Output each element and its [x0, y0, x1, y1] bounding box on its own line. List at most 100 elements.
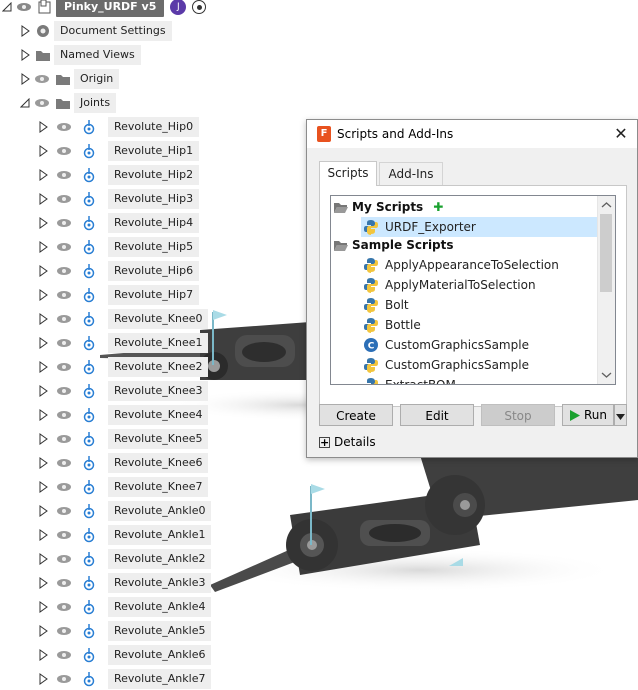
- visibility-eye-icon[interactable]: [54, 284, 74, 306]
- browser-item-document-settings[interactable]: Document Settings: [18, 20, 172, 42]
- expand-arrow-icon[interactable]: [36, 212, 50, 234]
- add-script-icon[interactable]: ✚: [433, 197, 443, 217]
- scroll-thumb[interactable]: [600, 214, 612, 292]
- joint-row[interactable]: Revolute_Ankle2: [36, 548, 212, 570]
- visibility-eye-icon[interactable]: [54, 140, 74, 162]
- expand-arrow-icon[interactable]: [36, 596, 50, 618]
- expand-arrow-icon[interactable]: [36, 476, 50, 498]
- visibility-eye-icon[interactable]: [54, 212, 74, 234]
- visibility-eye-icon[interactable]: [54, 620, 74, 642]
- browser-item-named-views[interactable]: Named Views: [18, 44, 141, 66]
- stop-button[interactable]: Stop: [481, 404, 555, 426]
- expand-arrow-icon[interactable]: [36, 524, 50, 546]
- run-button[interactable]: Run: [562, 404, 614, 426]
- activate-radio-icon[interactable]: [192, 0, 207, 14]
- collapse-arrow-icon[interactable]: [0, 0, 14, 18]
- expand-arrow-icon[interactable]: [36, 620, 50, 642]
- joint-row[interactable]: Revolute_Knee5: [36, 428, 209, 450]
- joint-row[interactable]: Revolute_Knee2: [36, 356, 209, 378]
- expand-arrow-icon[interactable]: [36, 332, 50, 354]
- browser-item-joints[interactable]: Joints: [18, 92, 117, 114]
- browser-item-origin[interactable]: Origin: [18, 68, 120, 90]
- expand-arrow-icon[interactable]: [36, 164, 50, 186]
- joint-row[interactable]: Revolute_Knee7: [36, 476, 209, 498]
- expand-arrow-icon[interactable]: [36, 428, 50, 450]
- create-button[interactable]: Create: [319, 404, 393, 426]
- joint-row[interactable]: Revolute_Ankle6: [36, 644, 212, 666]
- visibility-eye-icon[interactable]: [54, 164, 74, 186]
- scroll-down-icon[interactable]: [598, 368, 615, 382]
- expand-arrow-icon[interactable]: [36, 644, 50, 666]
- joint-row[interactable]: Revolute_Ankle5: [36, 620, 212, 642]
- joint-row[interactable]: Revolute_Hip4: [36, 212, 200, 234]
- joint-row[interactable]: Revolute_Knee4: [36, 404, 209, 426]
- joint-row[interactable]: Revolute_Ankle3: [36, 572, 212, 594]
- visibility-eye-icon[interactable]: [54, 308, 74, 330]
- visibility-eye-icon[interactable]: [54, 668, 74, 690]
- joint-row[interactable]: Revolute_Ankle7: [36, 668, 212, 690]
- visibility-eye-icon[interactable]: [54, 380, 74, 402]
- visibility-eye-icon[interactable]: [54, 572, 74, 594]
- visibility-eye-icon[interactable]: [54, 356, 74, 378]
- expand-arrow-icon[interactable]: [36, 284, 50, 306]
- visibility-eye-icon[interactable]: [54, 404, 74, 426]
- visibility-eye-icon[interactable]: [54, 548, 74, 570]
- visibility-eye-icon[interactable]: [54, 236, 74, 258]
- script-item[interactable]: Bolt: [361, 295, 409, 315]
- scripts-list[interactable]: My Scripts ✚ URDF_Exporter Sample Script…: [330, 195, 616, 385]
- expand-arrow-icon[interactable]: [36, 548, 50, 570]
- visibility-eye-icon[interactable]: [54, 260, 74, 282]
- joint-row[interactable]: Revolute_Hip6: [36, 260, 200, 282]
- joint-row[interactable]: Revolute_Hip2: [36, 164, 200, 186]
- expand-arrow-icon[interactable]: [36, 236, 50, 258]
- document-name[interactable]: Pinky_URDF v5: [56, 0, 165, 17]
- expand-arrow-icon[interactable]: [36, 500, 50, 522]
- visibility-eye-icon[interactable]: [32, 92, 52, 114]
- expand-arrow-icon[interactable]: [36, 356, 50, 378]
- tab-scripts[interactable]: Scripts: [319, 161, 377, 186]
- joint-row[interactable]: Revolute_Knee0: [36, 308, 209, 330]
- list-scrollbar[interactable]: [597, 196, 615, 384]
- expand-plus-icon[interactable]: +: [319, 436, 330, 448]
- expand-arrow-icon[interactable]: [18, 68, 32, 90]
- run-dropdown-button[interactable]: [614, 404, 627, 426]
- script-item[interactable]: ApplyAppearanceToSelection: [361, 255, 559, 275]
- script-item[interactable]: URDF_Exporter: [361, 217, 597, 237]
- expand-arrow-icon[interactable]: [18, 44, 32, 66]
- expand-arrow-icon[interactable]: [36, 380, 50, 402]
- visibility-eye-icon[interactable]: [54, 524, 74, 546]
- visibility-eye-icon[interactable]: [54, 116, 74, 138]
- visibility-eye-icon[interactable]: [14, 0, 34, 18]
- expand-arrow-icon[interactable]: [36, 140, 50, 162]
- script-item[interactable]: ApplyMaterialToSelection: [361, 275, 536, 295]
- expand-arrow-icon[interactable]: [36, 308, 50, 330]
- expand-arrow-icon[interactable]: [36, 260, 50, 282]
- script-item[interactable]: CustomGraphicsSample: [361, 355, 529, 375]
- close-icon[interactable]: ✕: [611, 124, 631, 144]
- visibility-eye-icon[interactable]: [54, 596, 74, 618]
- script-item[interactable]: Bottle: [361, 315, 421, 335]
- tab-addins[interactable]: Add-Ins: [379, 162, 443, 185]
- visibility-eye-icon[interactable]: [54, 428, 74, 450]
- joint-row[interactable]: Revolute_Ankle1: [36, 524, 212, 546]
- visibility-eye-icon[interactable]: [54, 188, 74, 210]
- edit-button[interactable]: Edit: [400, 404, 474, 426]
- visibility-eye-icon[interactable]: [54, 644, 74, 666]
- expand-arrow-icon[interactable]: [36, 404, 50, 426]
- joint-row[interactable]: Revolute_Ankle4: [36, 596, 212, 618]
- expand-arrow-icon[interactable]: [36, 188, 50, 210]
- expand-arrow-icon[interactable]: [36, 572, 50, 594]
- joint-row[interactable]: Revolute_Hip5: [36, 236, 200, 258]
- expand-arrow-icon[interactable]: [36, 668, 50, 690]
- group-sample-scripts[interactable]: Sample Scripts: [333, 235, 454, 255]
- joint-row[interactable]: Revolute_Hip3: [36, 188, 200, 210]
- expand-arrow-icon[interactable]: [36, 116, 50, 138]
- visibility-eye-icon[interactable]: [54, 500, 74, 522]
- expand-arrow-icon[interactable]: [18, 20, 32, 42]
- scroll-up-icon[interactable]: [598, 198, 615, 212]
- visibility-eye-icon[interactable]: [54, 452, 74, 474]
- expand-arrow-icon[interactable]: [36, 452, 50, 474]
- visibility-eye-icon[interactable]: [32, 68, 52, 90]
- visibility-eye-icon[interactable]: [54, 476, 74, 498]
- joint-row[interactable]: Revolute_Hip1: [36, 140, 200, 162]
